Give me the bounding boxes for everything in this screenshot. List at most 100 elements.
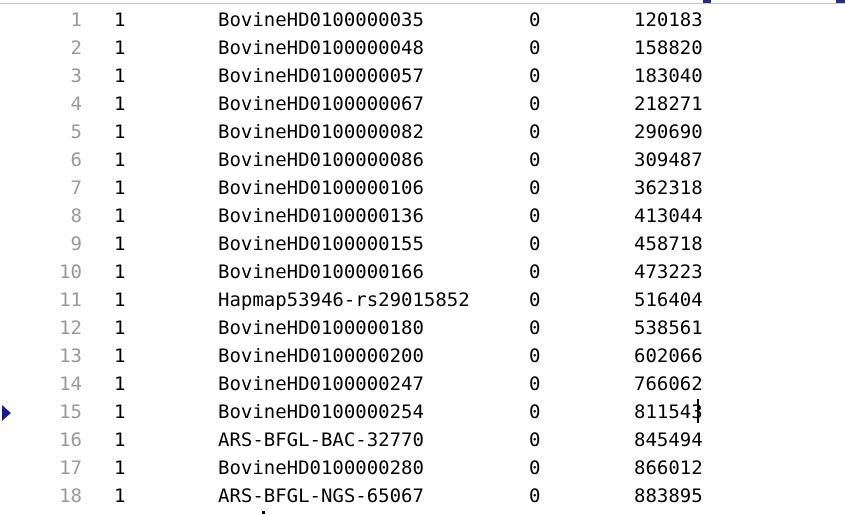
- snp-name-cell: BovineHD0100000136: [218, 205, 424, 227]
- snp-name-cell: BovineHD0100000180: [218, 317, 424, 339]
- chromosome-cell: 1: [114, 121, 126, 143]
- genetic-distance-cell: 0: [529, 289, 541, 311]
- position-cell: 458718: [634, 233, 703, 255]
- chromosome-cell: 1: [114, 233, 126, 255]
- position-cell: 183040: [634, 65, 703, 87]
- text-editor[interactable]: 1 1 BovineHD0100000035 0 120183 2 1 BovineHD010…: [0, 0, 845, 515]
- genetic-distance-cell: 0: [529, 317, 541, 339]
- position-cell: 866012: [634, 457, 703, 479]
- position-cell: 473223: [634, 261, 703, 283]
- position-cell: 413044: [634, 205, 703, 227]
- position-cell: 218271: [634, 93, 703, 115]
- chromosome-cell: 1: [114, 65, 126, 87]
- snp-name-cell: BovineHD0100000057: [218, 65, 424, 87]
- genetic-distance-cell: 0: [529, 9, 541, 31]
- editor-line[interactable]: 14 1 BovineHD0100000247 0 766062: [0, 370, 845, 398]
- editor-line[interactable]: 4 1 BovineHD0100000067 0 218271: [0, 90, 845, 118]
- partially-visible-line: [0, 510, 845, 515]
- chromosome-cell: 1: [114, 345, 126, 367]
- editor-line[interactable]: 5 1 BovineHD0100000082 0 290690: [0, 118, 845, 146]
- snp-name-cell: BovineHD0100000247: [218, 373, 424, 395]
- genetic-distance-cell: 0: [529, 261, 541, 283]
- genetic-distance-cell: 0: [529, 205, 541, 227]
- genetic-distance-cell: 0: [529, 65, 541, 87]
- snp-name-cell: BovineHD0100000035: [218, 9, 424, 31]
- column-marker: [703, 0, 711, 3]
- genetic-distance-cell: 0: [529, 457, 541, 479]
- line-number: 10: [59, 261, 82, 283]
- chromosome-cell: 1: [114, 149, 126, 171]
- line-number: 17: [59, 457, 82, 479]
- snp-name-cell: BovineHD0100000106: [218, 177, 424, 199]
- editor-lines[interactable]: 1 1 BovineHD0100000035 0 120183 2 1 BovineHD010…: [0, 6, 845, 510]
- editor-line[interactable]: 9 1 BovineHD0100000155 0 458718: [0, 230, 845, 258]
- genetic-distance-cell: 0: [529, 149, 541, 171]
- position-cell: 883895: [634, 485, 703, 507]
- genetic-distance-cell: 0: [529, 373, 541, 395]
- position-cell: 309487: [634, 149, 703, 171]
- partial-glyph: [262, 511, 265, 514]
- genetic-distance-cell: 0: [529, 429, 541, 451]
- position-cell: 516404: [634, 289, 703, 311]
- previous-line-divider: [0, 3, 845, 4]
- line-number: 3: [70, 65, 82, 87]
- editor-line[interactable]: 3 1 BovineHD0100000057 0 183040: [0, 62, 845, 90]
- editor-line[interactable]: 8 1 BovineHD0100000136 0 413044: [0, 202, 845, 230]
- line-number: 16: [59, 429, 82, 451]
- editor-line[interactable]: 17 1 BovineHD0100000280 0 866012: [0, 454, 845, 482]
- snp-name-cell: BovineHD0100000048: [218, 37, 424, 59]
- line-number: 15: [59, 401, 82, 423]
- genetic-distance-cell: 0: [529, 233, 541, 255]
- chromosome-cell: 1: [114, 429, 126, 451]
- line-number: 1: [70, 9, 82, 31]
- chromosome-cell: 1: [114, 457, 126, 479]
- chromosome-cell: 1: [114, 205, 126, 227]
- editor-line[interactable]: 15 1 BovineHD0100000254 0 811543: [0, 398, 845, 426]
- chromosome-cell: 1: [114, 373, 126, 395]
- chromosome-cell: 1: [114, 37, 126, 59]
- editor-line[interactable]: 11 1 Hapmap53946-rs29015852 0 516404: [0, 286, 845, 314]
- genetic-distance-cell: 0: [529, 485, 541, 507]
- editor-line[interactable]: 6 1 BovineHD0100000086 0 309487: [0, 146, 845, 174]
- snp-name-cell: BovineHD0100000166: [218, 261, 424, 283]
- genetic-distance-cell: 0: [529, 93, 541, 115]
- chromosome-cell: 1: [114, 9, 126, 31]
- genetic-distance-cell: 0: [529, 401, 541, 423]
- line-number: 14: [59, 373, 82, 395]
- editor-line[interactable]: 10 1 BovineHD0100000166 0 473223: [0, 258, 845, 286]
- scrollbar-marker: [836, 0, 845, 3]
- editor-line[interactable]: 16 1 ARS-BFGL-BAC-32770 0 845494: [0, 426, 845, 454]
- line-number: 11: [59, 289, 82, 311]
- line-number: 2: [70, 37, 82, 59]
- genetic-distance-cell: 0: [529, 345, 541, 367]
- position-cell: 602066: [634, 345, 703, 367]
- editor-line[interactable]: 18 1 ARS-BFGL-NGS-65067 0 883895: [0, 482, 845, 510]
- line-number: 8: [70, 205, 82, 227]
- editor-line[interactable]: 13 1 BovineHD0100000200 0 602066: [0, 342, 845, 370]
- snp-name-cell: BovineHD0100000200: [218, 345, 424, 367]
- snp-name-cell: BovineHD0100000086: [218, 149, 424, 171]
- line-number: 7: [70, 177, 82, 199]
- snp-name-cell: BovineHD0100000082: [218, 121, 424, 143]
- chromosome-cell: 1: [114, 93, 126, 115]
- position-cell: 845494: [634, 429, 703, 451]
- bookmark-arrow-icon[interactable]: [2, 405, 11, 421]
- editor-line[interactable]: 1 1 BovineHD0100000035 0 120183: [0, 6, 845, 34]
- line-number: 5: [70, 121, 82, 143]
- chromosome-cell: 1: [114, 261, 126, 283]
- snp-name-cell: Hapmap53946-rs29015852: [218, 289, 470, 311]
- chromosome-cell: 1: [114, 177, 126, 199]
- line-number: 12: [59, 317, 82, 339]
- position-cell: 158820: [634, 37, 703, 59]
- snp-name-cell: ARS-BFGL-BAC-32770: [218, 429, 424, 451]
- genetic-distance-cell: 0: [529, 121, 541, 143]
- editor-line[interactable]: 2 1 BovineHD0100000048 0 158820: [0, 34, 845, 62]
- genetic-distance-cell: 0: [529, 177, 541, 199]
- snp-name-cell: BovineHD0100000155: [218, 233, 424, 255]
- position-cell: 811543: [634, 401, 703, 423]
- editor-line[interactable]: 12 1 BovineHD0100000180 0 538561: [0, 314, 845, 342]
- line-number: 6: [70, 149, 82, 171]
- position-cell: 120183: [634, 9, 703, 31]
- editor-line[interactable]: 7 1 BovineHD0100000106 0 362318: [0, 174, 845, 202]
- text-caret: [697, 399, 699, 423]
